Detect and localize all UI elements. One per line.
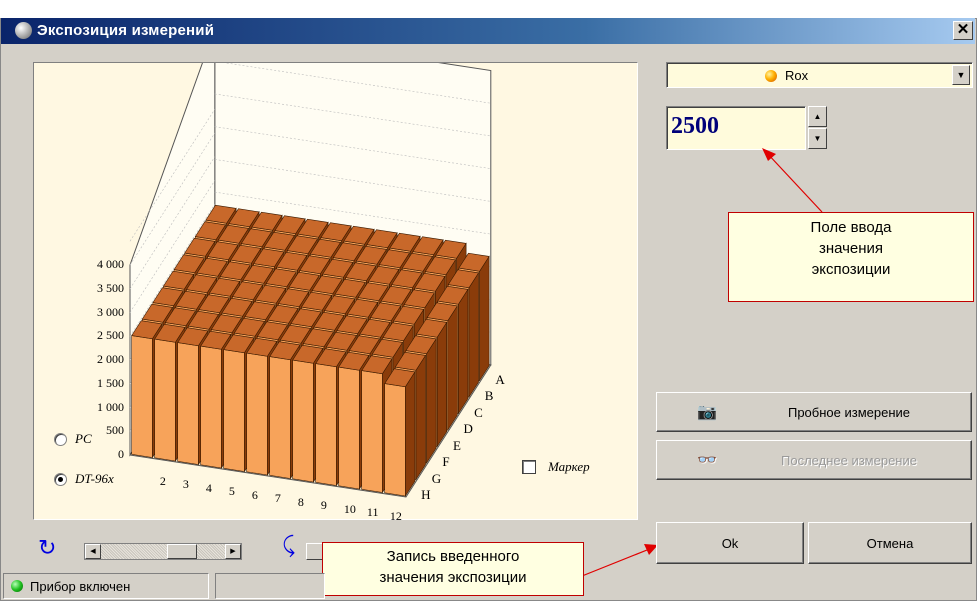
marker-label: Маркер xyxy=(548,459,590,474)
y-tick-label: 3 000 xyxy=(97,304,124,319)
y-tick-label: 1 000 xyxy=(97,399,124,414)
y-tick-label: 4 000 xyxy=(97,257,124,271)
x-tick-label: 2 xyxy=(159,473,166,488)
scroll-left-button[interactable]: ◀ xyxy=(85,544,101,559)
bar-front-face xyxy=(246,352,268,476)
bar-side-face xyxy=(458,288,469,415)
radio-dt96x[interactable]: DT-96x xyxy=(54,471,114,487)
bar-side-face xyxy=(436,321,448,448)
status-pane-2 xyxy=(215,573,325,599)
test-measurement-button[interactable]: 📷 Пробное измерение xyxy=(656,392,972,432)
exposure-spin-down[interactable]: ▼ xyxy=(808,128,827,149)
row-tick-label: H xyxy=(421,487,431,503)
y-tick-label: 1 500 xyxy=(97,375,124,390)
bar-front-face xyxy=(177,342,199,465)
marker-checkbox-box[interactable] xyxy=(522,460,536,474)
x-tick-label: 3 xyxy=(182,477,189,492)
exposure-input[interactable]: 2500 xyxy=(666,106,806,150)
radio-dt96x-label: DT-96x xyxy=(75,471,114,486)
y-tick-label: 3 500 xyxy=(97,280,124,295)
ok-label: Ok xyxy=(721,535,739,551)
x-tick-label: 10 xyxy=(343,501,356,516)
bar-front-face xyxy=(338,366,360,490)
y-tick-label: 2 500 xyxy=(97,328,124,343)
rotate-horizontal-icon: ↻ xyxy=(38,535,57,560)
cancel-label: Отмена xyxy=(866,535,914,551)
bar-front-face xyxy=(361,370,383,493)
y-tick-label: 0 xyxy=(118,447,124,461)
callout-exposure-field: Поле ввода значения экспозиции xyxy=(728,212,974,302)
row-tick-label: E xyxy=(452,437,461,453)
marker-checkbox[interactable]: Маркер xyxy=(522,459,590,475)
callout-record: Запись введенного значения экспозиции xyxy=(322,542,584,596)
row-tick-label: D xyxy=(463,421,473,437)
ok-button[interactable]: Ok xyxy=(656,522,804,564)
camera-icon: 📷 xyxy=(697,404,717,421)
bar-side-face xyxy=(468,271,479,399)
filter-select[interactable]: Rox ▼ xyxy=(666,62,973,88)
bar-side-face xyxy=(479,255,490,382)
y-tick-label: 500 xyxy=(106,423,124,438)
callout-exposure-line2: значения xyxy=(818,240,884,257)
bar-side-face xyxy=(415,354,426,481)
x-tick-label: 11 xyxy=(366,505,379,520)
bar-front-face xyxy=(315,363,337,486)
callout-exposure-line1: Поле ввода xyxy=(810,219,892,236)
horizontal-rotation-scrollbar[interactable]: ◀ ▶ xyxy=(84,543,242,560)
exposure-spin-up[interactable]: ▲ xyxy=(808,106,827,127)
bar-side-face xyxy=(447,304,458,432)
bar-side-face xyxy=(426,337,437,465)
row-tick-label: A xyxy=(495,371,505,387)
dye-color-icon xyxy=(765,70,777,82)
scroll-right-button[interactable]: ▶ xyxy=(225,544,241,559)
x-tick-label: 7 xyxy=(274,491,281,506)
row-tick-label: G xyxy=(431,470,442,486)
callout-exposure-line3: экспозиции xyxy=(811,261,891,278)
x-tick-label: 8 xyxy=(297,494,304,509)
bar-side-face xyxy=(405,370,416,498)
bar-front-face xyxy=(200,345,222,469)
close-button[interactable]: ✕ xyxy=(953,21,973,40)
callout-record-line2: значения экспозиции xyxy=(379,569,527,586)
scroll-thumb[interactable] xyxy=(167,544,197,559)
filter-select-value: Rox xyxy=(785,68,809,83)
radio-dt96x-indicator[interactable] xyxy=(54,472,67,486)
title-bar: Экспозиция измерений ✕ xyxy=(1,18,975,44)
device-on-indicator-icon xyxy=(11,580,23,592)
window-title: Экспозиция измерений xyxy=(37,22,215,39)
bar-front-face xyxy=(131,335,153,458)
bar-front-face xyxy=(269,356,291,479)
callout-record-line1: Запись введенного xyxy=(386,548,520,565)
dropdown-arrow-icon[interactable]: ▼ xyxy=(952,65,970,85)
cancel-button[interactable]: Отмена xyxy=(808,522,972,564)
app-icon xyxy=(15,22,32,39)
rotate-vertical-icon: ⤹ xyxy=(282,532,296,557)
x-tick-label: 4 xyxy=(205,480,212,495)
row-tick-label: C xyxy=(474,404,483,420)
radio-pc-indicator[interactable] xyxy=(54,432,67,446)
screen-top-strip xyxy=(0,0,977,18)
row-tick-label: B xyxy=(484,388,494,404)
glasses-icon: 👓 xyxy=(697,452,717,469)
x-tick-label: 6 xyxy=(251,487,258,502)
last-measurement-button[interactable]: 👓 Последнее измерение xyxy=(656,440,972,480)
row-tick-label: F xyxy=(442,454,450,470)
x-tick-label: 5 xyxy=(228,484,235,499)
status-pane-device: Прибор включен xyxy=(3,573,209,599)
bar-front-face xyxy=(154,338,176,462)
status-device-text: Прибор включен xyxy=(30,579,131,594)
x-tick-label: 9 xyxy=(320,498,327,513)
x-tick-label: 12 xyxy=(389,508,402,523)
bar-front-face xyxy=(223,349,245,472)
bar-front-face xyxy=(292,359,314,483)
3d-bar-chart xyxy=(129,63,492,498)
bar-front-face xyxy=(384,383,406,497)
chart-panel: PC DT-96x Маркер 4 000 3 500 3 000 2 500 2 0… xyxy=(33,62,638,523)
y-tick-label: 2 000 xyxy=(97,352,124,366)
